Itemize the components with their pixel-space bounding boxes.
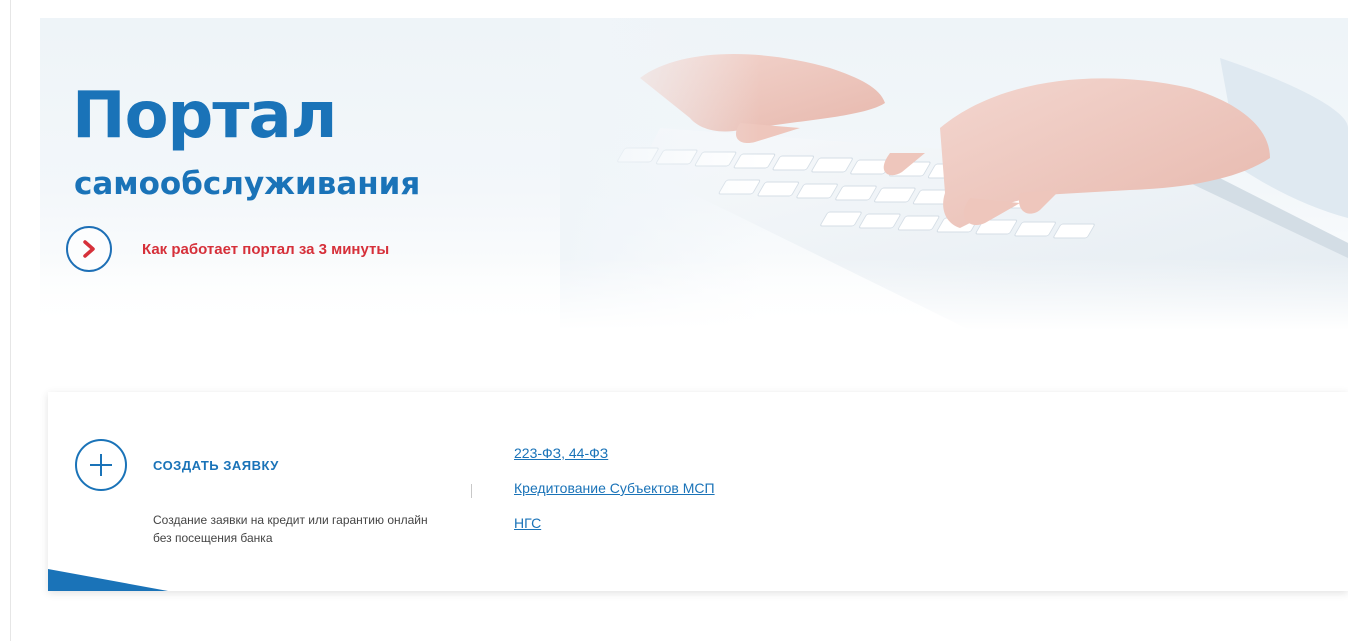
create-application-card: СОЗДАТЬ ЗАЯВКУ Создание заявки на кредит…	[48, 392, 1348, 591]
vertical-divider	[471, 484, 472, 498]
hero-banner: Портал самообслуживания Как работает пор…	[40, 18, 1348, 330]
application-type-links: 223-ФЗ, 44-ФЗ Кредитование Субъектов МСП…	[514, 444, 715, 549]
how-it-works-link[interactable]: Как работает портал за 3 минуты	[66, 224, 389, 274]
create-application-description: Создание заявки на кредит или гарантию о…	[153, 513, 428, 545]
how-it-works-label: Как работает портал за 3 минуты	[142, 240, 390, 258]
left-border-line	[10, 0, 11, 641]
plus-icon	[75, 439, 127, 491]
chevron-right-icon	[66, 226, 112, 272]
page-subtitle: самообслуживания	[74, 166, 421, 202]
create-application-label: СОЗДАТЬ ЗАЯВКУ	[153, 457, 279, 473]
page-title: Портал	[72, 79, 337, 153]
link-223-44-fz[interactable]: 223-ФЗ, 44-ФЗ	[514, 444, 715, 462]
card-corner-accent	[48, 569, 168, 591]
create-application-button[interactable]: СОЗДАТЬ ЗАЯВКУ	[75, 439, 279, 491]
link-msp-lending[interactable]: Кредитование Субъектов МСП	[514, 479, 715, 497]
link-ngs[interactable]: НГС	[514, 514, 715, 532]
